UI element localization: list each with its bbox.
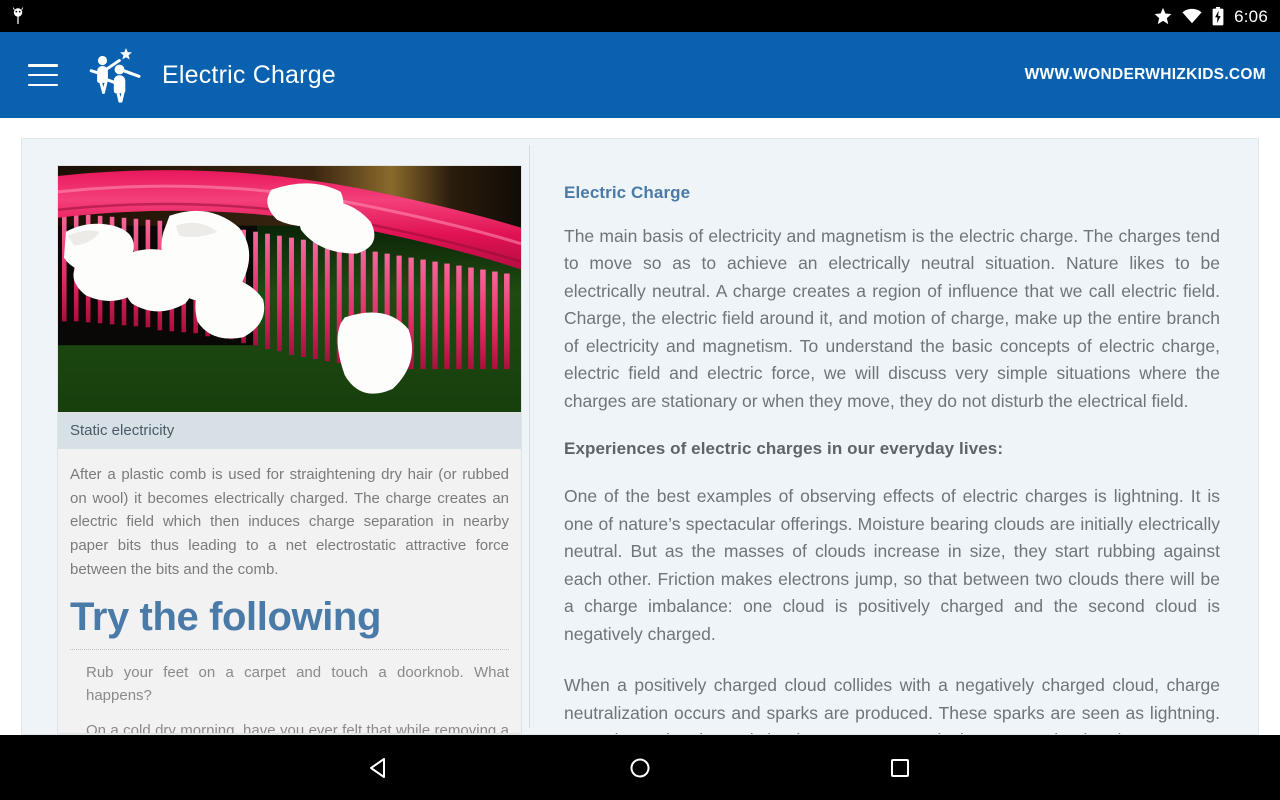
electric-charge-heading: Electric Charge	[564, 183, 691, 202]
everyday-experiences-subheading: Experiences of electric charges in our e…	[564, 439, 1004, 459]
android-status-bar: 6:06	[0, 0, 1280, 32]
hamburger-line	[28, 73, 58, 77]
try-list-item: Rub your feet on a carpet and touch a do…	[86, 664, 509, 704]
right-panel: Electric Charge The main basis of electr…	[534, 139, 1258, 734]
left-panel-body: After a plastic comb is used for straigh…	[57, 449, 522, 734]
left-panel: Static electricity After a plastic comb …	[22, 139, 529, 734]
status-bar-clock: 6:06	[1234, 6, 1268, 26]
recents-square-icon[interactable]	[876, 744, 924, 792]
figure-caption: Static electricity	[57, 413, 522, 449]
page-body: Static electricity After a plastic comb …	[0, 118, 1280, 735]
app-bar: Electric Charge WWW.WONDERWHIZKIDS.COM	[0, 32, 1280, 118]
status-bar-right: 6:06	[1154, 6, 1268, 26]
home-circle-icon[interactable]	[616, 744, 664, 792]
hamburger-line	[28, 83, 58, 86]
pink-comb-photo	[58, 166, 521, 412]
app-bar-left: Electric Charge	[28, 47, 336, 103]
wifi-icon	[1182, 8, 1202, 24]
android-navigation-bar	[0, 735, 1280, 800]
star-icon	[1154, 7, 1172, 25]
hamburger-line	[28, 64, 58, 67]
try-list-item: On a cold dry morning, have you ever fel…	[86, 722, 509, 734]
back-triangle-icon[interactable]	[356, 744, 404, 792]
try-the-following-heading: Try the following	[70, 595, 381, 640]
electric-charge-paragraph-3: When a positively charged cloud collides…	[564, 675, 1220, 734]
wonderwhizkids-logo-icon	[86, 47, 148, 103]
android-robot-icon	[10, 7, 26, 25]
app-screen: 6:06 Electric Charge WWW.WONDERWHIZKIDS.…	[0, 0, 1280, 800]
status-bar-left	[10, 7, 26, 25]
battery-charging-icon	[1212, 6, 1224, 26]
static-electricity-figure	[57, 165, 522, 413]
hamburger-menu-icon[interactable]	[28, 64, 58, 86]
static-electricity-paragraph: After a plastic comb is used for straigh…	[70, 466, 509, 578]
page-title: Electric Charge	[162, 60, 336, 89]
electric-charge-paragraph-1: The main basis of electricity and magnet…	[564, 226, 1220, 411]
electric-charge-paragraph-2: One of the best examples of observing ef…	[564, 486, 1220, 644]
content-card: Static electricity After a plastic comb …	[21, 138, 1259, 735]
site-url-label: WWW.WONDERWHIZKIDS.COM	[1024, 66, 1266, 83]
heading-divider	[70, 649, 509, 651]
